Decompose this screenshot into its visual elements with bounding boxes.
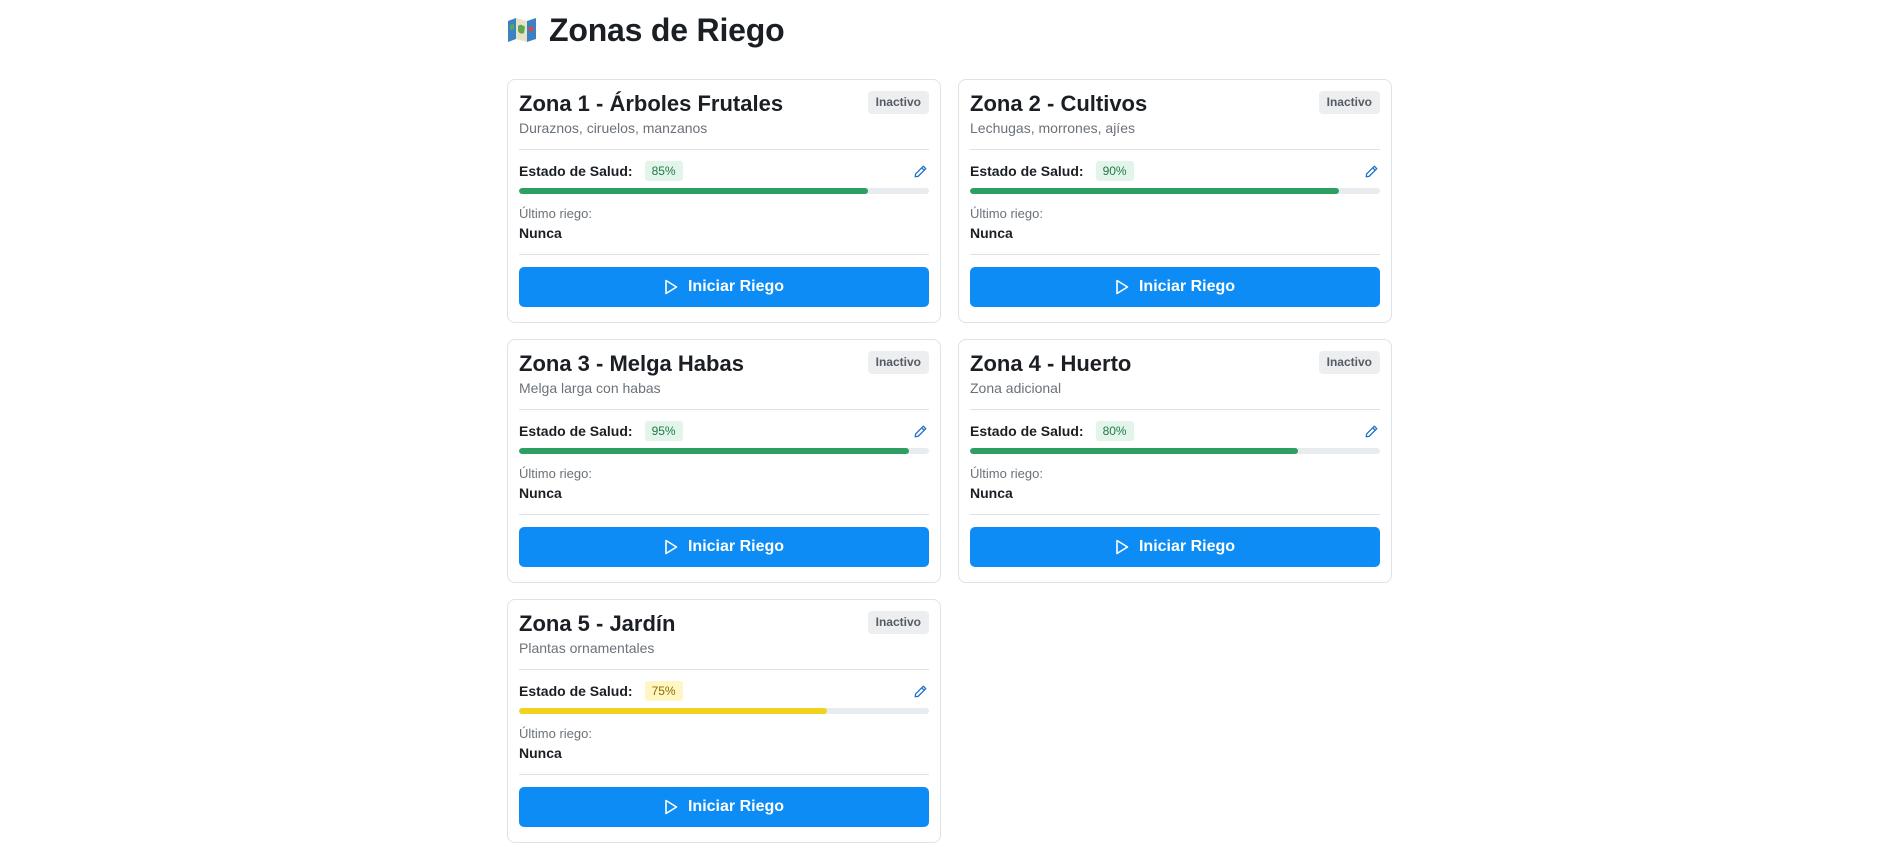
last-watering-label: Último riego: (970, 206, 1043, 221)
play-icon (664, 799, 678, 815)
health-progress-bar (970, 448, 1380, 454)
last-watering-value: Nunca (519, 485, 562, 501)
zone-description: Zona adicional (970, 380, 1062, 396)
zone-card: Zona 2 - Cultivos Inactivo Lechugas, mor… (958, 79, 1392, 323)
last-watering-value: Nunca (970, 485, 1013, 501)
health-row: Estado de Salud: 80% (970, 420, 1380, 442)
zone-card: Zona 5 - Jardín Inactivo Plantas ornamen… (507, 599, 941, 843)
start-watering-button[interactable]: Iniciar Riego (519, 787, 929, 827)
last-watering-label: Último riego: (519, 466, 592, 481)
status-badge: Inactivo (867, 91, 929, 114)
health-progress-bar (519, 188, 929, 194)
zone-description: Duraznos, ciruelos, manzanos (519, 120, 708, 136)
zones-page: Zonas de Riego Zona 1 - Árboles Frutales… (507, 0, 1393, 843)
divider (519, 669, 929, 670)
card-header: Zona 1 - Árboles Frutales Inactivo (519, 90, 929, 118)
start-watering-button[interactable]: Iniciar Riego (970, 527, 1380, 567)
last-watering-label: Último riego: (519, 726, 592, 741)
health-badge: 80% (1095, 421, 1134, 441)
card-header: Zona 2 - Cultivos Inactivo (970, 90, 1380, 118)
last-watering-value: Nunca (970, 225, 1013, 241)
health-progress-bar (519, 448, 929, 454)
health-row: Estado de Salud: 85% (519, 160, 929, 182)
status-badge: Inactivo (1318, 91, 1380, 114)
zone-name: Zona 1 - Árboles Frutales (519, 91, 784, 116)
zone-description: Plantas ornamentales (519, 640, 655, 656)
zone-description: Melga larga con habas (519, 380, 661, 396)
status-badge: Inactivo (867, 611, 929, 634)
start-watering-label: Iniciar Riego (687, 278, 785, 295)
health-row: Estado de Salud: 75% (519, 680, 929, 702)
play-icon (664, 539, 678, 555)
health-progress-fill (519, 448, 909, 454)
zone-description: Lechugas, morrones, ajíes (970, 120, 1135, 136)
health-progress-fill (970, 188, 1339, 194)
zone-card: Zona 3 - Melga Habas Inactivo Melga larg… (507, 339, 941, 583)
health-badge: 75% (644, 681, 683, 701)
health-badge: 95% (644, 421, 683, 441)
last-watering-value: Nunca (519, 225, 562, 241)
health-label: Estado de Salud: (970, 423, 1084, 439)
play-icon (1115, 279, 1129, 295)
pencil-icon[interactable] (1362, 162, 1380, 180)
divider (519, 409, 929, 410)
pencil-icon[interactable] (1362, 422, 1380, 440)
zone-card: Zona 1 - Árboles Frutales Inactivo Duraz… (507, 79, 941, 323)
zone-name: Zona 4 - Huerto (970, 351, 1132, 376)
play-icon (1115, 539, 1129, 555)
health-label: Estado de Salud: (519, 163, 633, 179)
health-row: Estado de Salud: 95% (519, 420, 929, 442)
page-title: Zonas de Riego (549, 11, 785, 48)
last-watering-value: Nunca (519, 745, 562, 761)
divider (970, 254, 1380, 255)
divider (970, 409, 1380, 410)
card-header: Zona 3 - Melga Habas Inactivo (519, 350, 929, 378)
health-label: Estado de Salud: (519, 423, 633, 439)
health-progress-fill (519, 708, 827, 714)
play-icon (664, 279, 678, 295)
start-watering-label: Iniciar Riego (687, 798, 785, 815)
health-progress-bar (970, 188, 1380, 194)
map-icon (507, 17, 537, 43)
health-row: Estado de Salud: 90% (970, 160, 1380, 182)
zone-card: Zona 4 - Huerto Inactivo Zona adicional … (958, 339, 1392, 583)
zone-grid: Zona 1 - Árboles Frutales Inactivo Duraz… (507, 79, 1393, 843)
divider (519, 774, 929, 775)
health-progress-bar (519, 708, 929, 714)
health-progress-fill (970, 448, 1298, 454)
zone-name: Zona 2 - Cultivos (970, 91, 1148, 116)
health-badge: 90% (1095, 161, 1134, 181)
divider (519, 149, 929, 150)
status-badge: Inactivo (1318, 351, 1380, 374)
last-watering-label: Último riego: (519, 206, 592, 221)
divider (519, 254, 929, 255)
health-label: Estado de Salud: (970, 163, 1084, 179)
start-watering-label: Iniciar Riego (687, 538, 785, 555)
start-watering-button[interactable]: Iniciar Riego (970, 267, 1380, 307)
card-header: Zona 4 - Huerto Inactivo (970, 350, 1380, 378)
divider (519, 514, 929, 515)
last-watering-label: Último riego: (970, 466, 1043, 481)
zone-name: Zona 5 - Jardín (519, 611, 676, 636)
pencil-icon[interactable] (911, 162, 929, 180)
start-watering-button[interactable]: Iniciar Riego (519, 527, 929, 567)
health-progress-fill (519, 188, 868, 194)
health-badge: 85% (644, 161, 683, 181)
status-badge: Inactivo (867, 351, 929, 374)
card-header: Zona 5 - Jardín Inactivo (519, 610, 929, 638)
divider (970, 149, 1380, 150)
health-label: Estado de Salud: (519, 683, 633, 699)
start-watering-label: Iniciar Riego (1138, 278, 1236, 295)
start-watering-button[interactable]: Iniciar Riego (519, 267, 929, 307)
page-header: Zonas de Riego (507, 0, 1393, 58)
start-watering-label: Iniciar Riego (1138, 538, 1236, 555)
zone-name: Zona 3 - Melga Habas (519, 351, 744, 376)
pencil-icon[interactable] (911, 422, 929, 440)
divider (970, 514, 1380, 515)
pencil-icon[interactable] (911, 682, 929, 700)
